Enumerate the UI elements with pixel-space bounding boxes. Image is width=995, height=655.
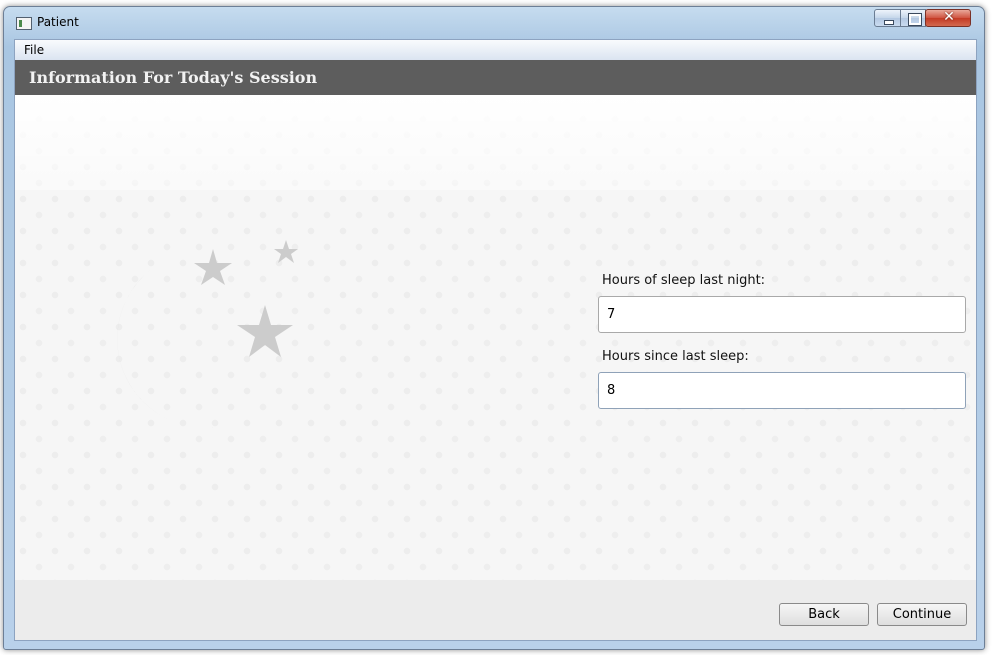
back-button[interactable]: Back — [779, 603, 869, 626]
star-icon — [194, 249, 232, 285]
title-bar[interactable]: Patient ✕ — [4, 7, 984, 39]
session-form-panel: Hours of sleep last night: Hours since l… — [15, 95, 976, 640]
moon-icon — [117, 265, 255, 428]
window-title: Patient — [37, 15, 79, 29]
top-fade — [15, 95, 976, 190]
sleep-last-night-input[interactable] — [598, 296, 966, 333]
minimize-button[interactable] — [874, 9, 901, 27]
moon-and-stars-icon — [117, 240, 298, 428]
continue-button[interactable]: Continue — [877, 603, 967, 626]
page-title: Information For Today's Session — [29, 68, 318, 87]
star-icon — [274, 240, 298, 263]
maximize-button[interactable] — [900, 9, 926, 27]
menu-bar: File — [15, 40, 976, 60]
patient-app-icon[interactable] — [16, 17, 32, 30]
hours-since-sleep-input[interactable] — [598, 372, 966, 409]
client-area: File Information For Today's Session Hou… — [14, 39, 977, 641]
section-header: Information For Today's Session — [15, 60, 976, 95]
sleep-last-night-label: Hours of sleep last night: — [602, 273, 766, 288]
app-window: Patient ✕ File Information For Today's S… — [3, 6, 985, 650]
close-icon: ✕ — [943, 9, 955, 25]
menu-file[interactable]: File — [24, 43, 44, 57]
star-icon — [237, 305, 293, 357]
hours-since-sleep-label: Hours since last sleep: — [602, 349, 749, 364]
close-button[interactable]: ✕ — [925, 9, 971, 27]
